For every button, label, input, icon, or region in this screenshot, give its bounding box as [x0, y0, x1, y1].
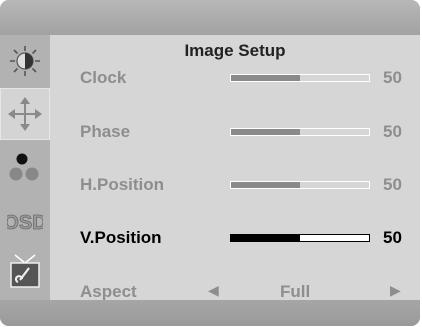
clock-slider[interactable] [230, 74, 370, 82]
h-position-slider[interactable] [230, 181, 370, 189]
page-title: Image Setup [184, 41, 286, 60]
setting-row-clock[interactable]: Clock 50 [50, 63, 420, 93]
clock-slider-fill [231, 75, 300, 81]
brightness-icon [10, 46, 40, 76]
phase-slider[interactable] [230, 128, 370, 136]
category-sidebar: OSD [0, 35, 50, 300]
h-position-slider-fill [231, 182, 300, 188]
v-position-label: V.Position [80, 228, 162, 247]
tools-icon [10, 254, 40, 288]
h-position-value: 50 [383, 175, 402, 194]
setting-row-phase[interactable]: Phase 50 [50, 117, 420, 147]
setting-row-h-position[interactable]: H.Position 50 [50, 170, 420, 200]
aspect-left-arrow-icon[interactable]: ◀ [208, 282, 219, 299]
v-position-slider[interactable] [230, 234, 370, 242]
aspect-value: Full [280, 282, 311, 301]
color-dots-icon [9, 153, 39, 181]
setting-row-v-position[interactable]: V.Position 50 [50, 223, 420, 253]
osd-icon: OSD [7, 212, 43, 235]
aspect-right-arrow-icon[interactable]: ▶ [390, 282, 401, 299]
osd-menu: OSD Image Setup Clock 50 Phase 50 H.Posi [0, 0, 420, 326]
move-arrows-icon [8, 97, 42, 131]
h-position-label: H.Position [80, 175, 165, 194]
osd-top-bar [0, 0, 420, 35]
phase-slider-fill [231, 129, 300, 135]
v-position-slider-fill [231, 235, 300, 241]
phase-value: 50 [383, 122, 402, 141]
category-brightness[interactable] [0, 35, 50, 87]
category-image-setup[interactable] [0, 88, 50, 140]
settings-panel: Image Setup Clock 50 Phase 50 H.Position… [50, 35, 420, 301]
clock-value: 50 [383, 68, 402, 87]
v-position-value: 50 [383, 228, 402, 247]
osd-bottom-bar [0, 300, 420, 326]
category-tools[interactable] [0, 247, 50, 299]
clock-label: Clock [80, 68, 127, 87]
phase-label: Phase [80, 122, 131, 141]
category-color[interactable] [0, 141, 50, 193]
osd-icon-text: OSD [7, 212, 43, 234]
aspect-label: Aspect [80, 282, 137, 301]
category-osd[interactable]: OSD [0, 194, 50, 246]
